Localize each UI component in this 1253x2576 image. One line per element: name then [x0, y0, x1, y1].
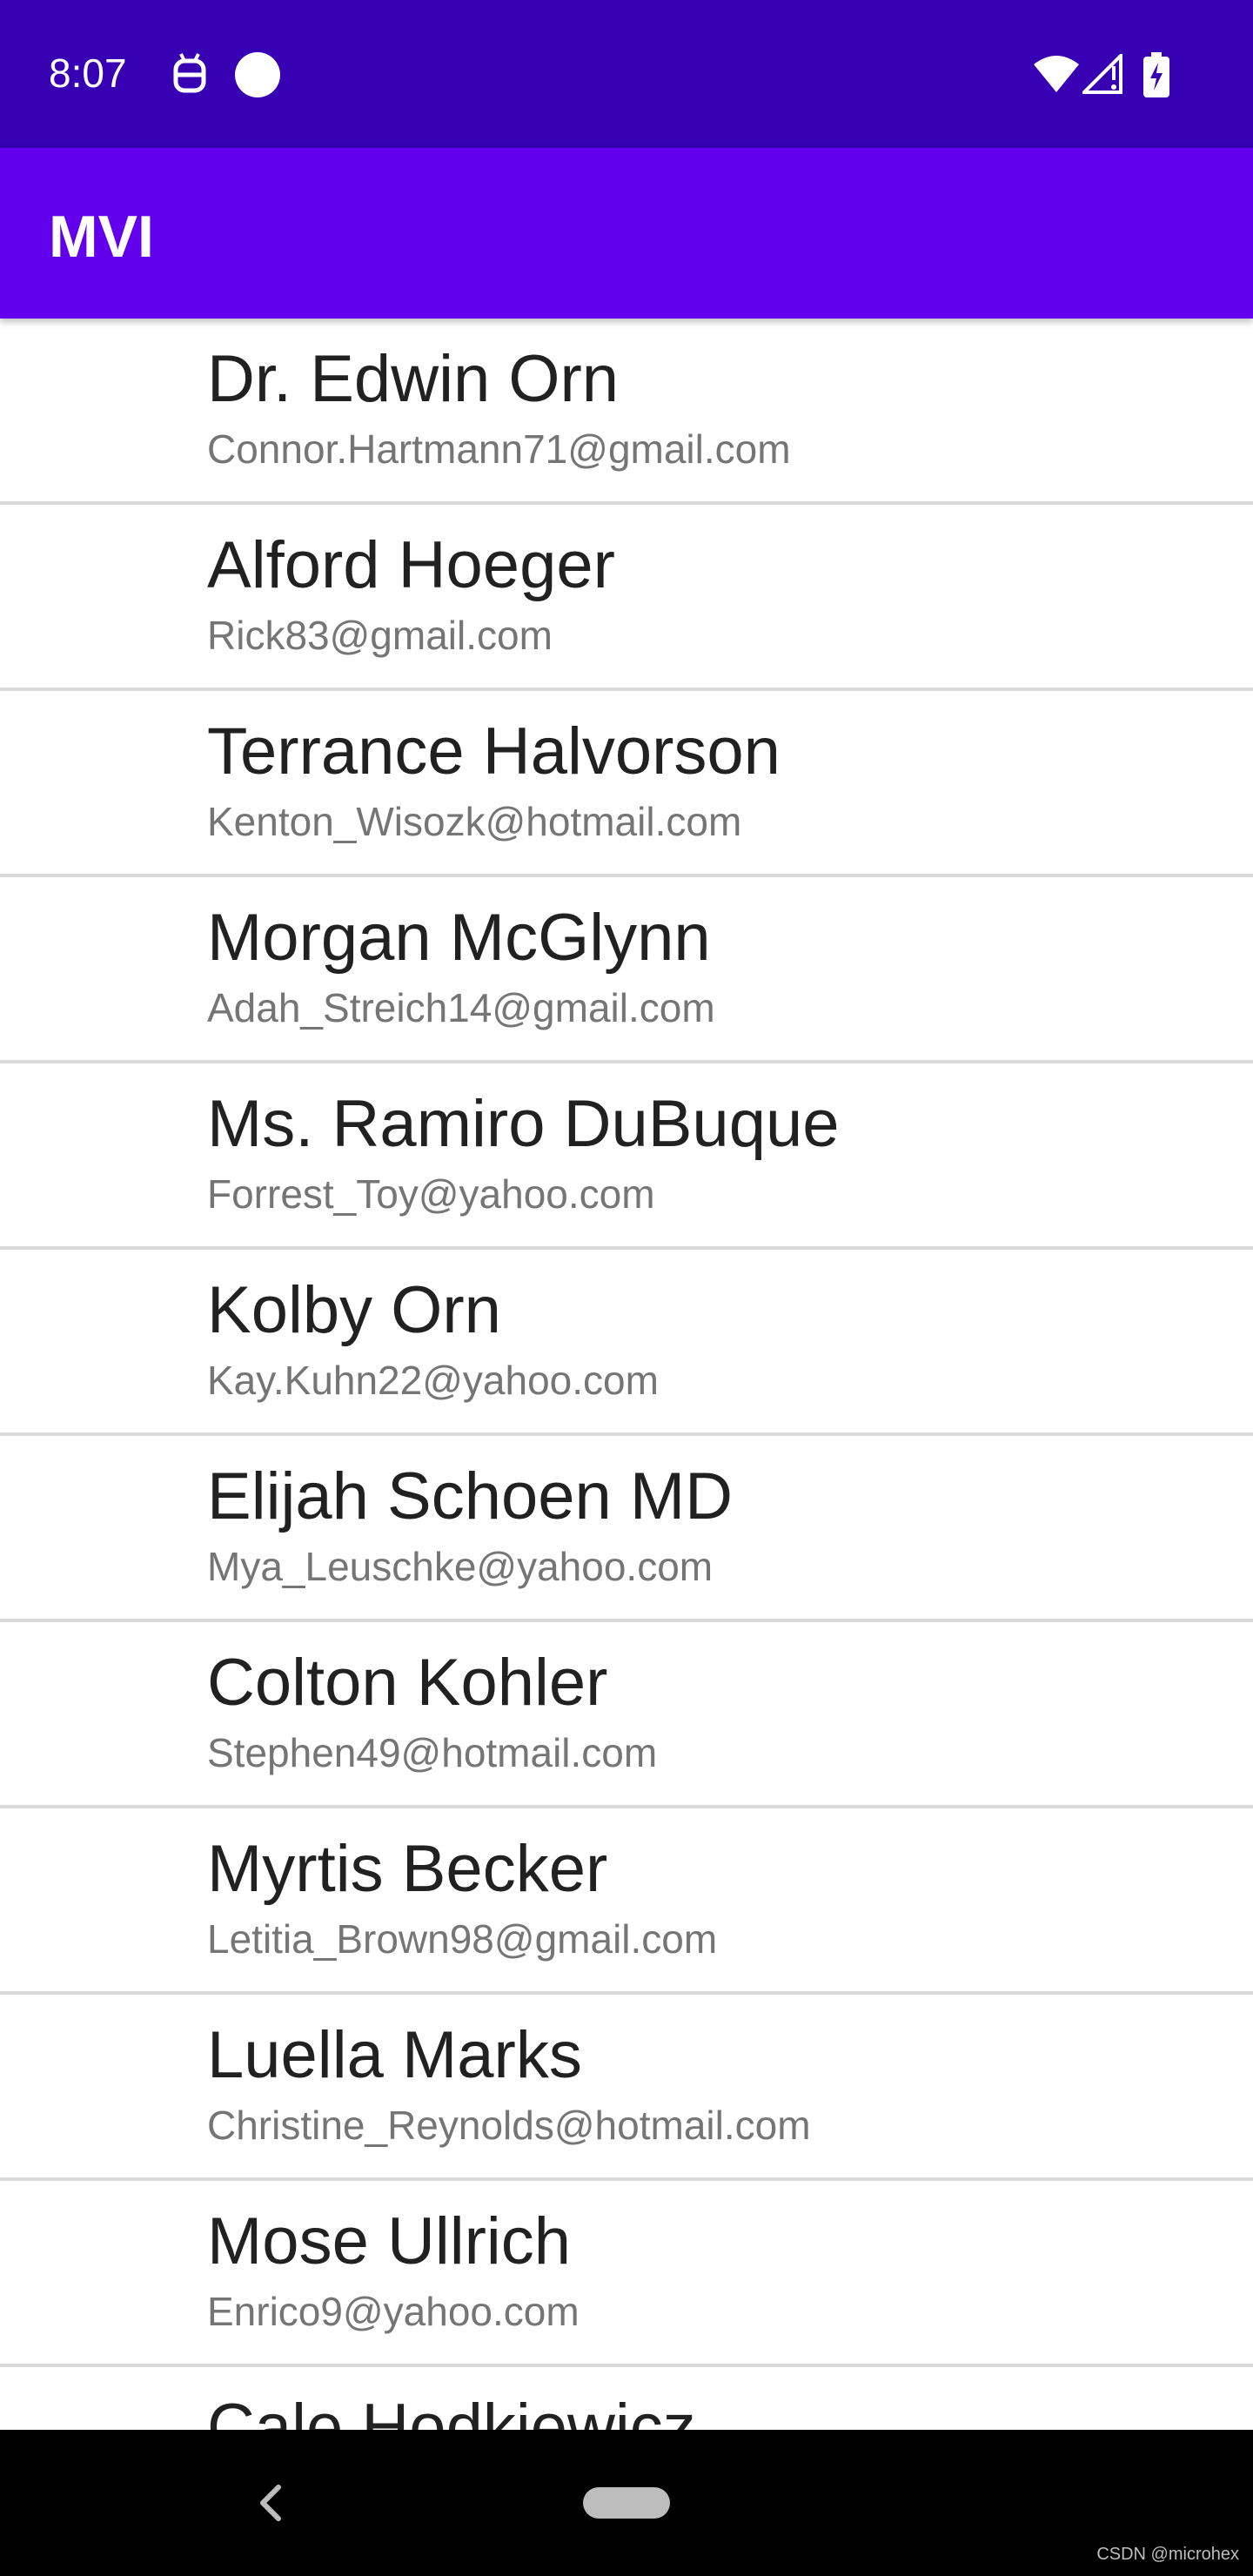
contact-email: Connor.Hartmann71@gmail.com: [207, 426, 791, 472]
contact-email: Forrest_Toy@yahoo.com: [207, 1171, 655, 1217]
status-bar: 8:07: [0, 0, 1253, 148]
list-item[interactable]: Terrance Halvorson Kenton_Wisozk@hotmail…: [0, 691, 1253, 877]
contact-name: Colton Kohler: [207, 1646, 608, 1720]
contact-email: Adah_Streich14@gmail.com: [207, 985, 715, 1030]
contact-email: Enrico9@yahoo.com: [207, 2289, 580, 2334]
list-item[interactable]: Ms. Ramiro DuBuque Forrest_Toy@yahoo.com: [0, 1063, 1253, 1250]
contact-email: Christine_Reynolds@hotmail.com: [207, 2103, 811, 2148]
home-pill-icon[interactable]: [583, 2487, 670, 2519]
list-item[interactable]: Morgan McGlynn Adah_Streich14@gmail.com: [0, 877, 1253, 1063]
list-item[interactable]: Elijah Schoen MD Mya_Leuschke@yahoo.com: [0, 1436, 1253, 1622]
contact-name: Elijah Schoen MD: [207, 1459, 734, 1533]
status-time: 8:07: [49, 50, 127, 96]
contact-name: Mose Ullrich: [207, 2204, 572, 2278]
contact-list[interactable]: Dr. Edwin Orn Connor.Hartmann71@gmail.co…: [0, 319, 1253, 2430]
list-item[interactable]: Mose Ullrich Enrico9@yahoo.com: [0, 2181, 1253, 2367]
contact-name: Kolby Orn: [207, 1273, 501, 1347]
watermark: CSDN @microhex: [1096, 2545, 1239, 2564]
battery-charging-icon: [1143, 52, 1169, 102]
contact-name: Cale Hodkiewicz: [207, 2391, 696, 2430]
contact-email: Kenton_Wisozk@hotmail.com: [207, 799, 742, 844]
app-bar: MVI: [0, 148, 1253, 319]
contact-email: Mya_Leuschke@yahoo.com: [207, 1544, 714, 1589]
contact-email: Kay.Kuhn22@yahoo.com: [207, 1358, 659, 1403]
contact-name: Luella Marks: [207, 2018, 582, 2092]
wifi-icon: [1032, 54, 1081, 98]
contact-name: Myrtis Becker: [207, 1832, 608, 1906]
list-item[interactable]: Cale Hodkiewicz: [0, 2367, 1253, 2430]
cell-signal-icon: [1080, 51, 1124, 98]
circle-dot-icon: [233, 50, 282, 104]
list-item[interactable]: Dr. Edwin Orn Connor.Hartmann71@gmail.co…: [0, 319, 1253, 505]
contact-name: Terrance Halvorson: [207, 714, 781, 788]
list-item[interactable]: Luella Marks Christine_Reynolds@hotmail.…: [0, 1995, 1253, 2181]
contact-email: Letitia_Brown98@gmail.com: [207, 1916, 718, 1962]
app-title: MVI: [49, 204, 154, 270]
contact-name: Alford Hoeger: [207, 528, 615, 602]
contact-name: Ms. Ramiro DuBuque: [207, 1087, 840, 1161]
contact-email: Stephen49@hotmail.com: [207, 1730, 658, 1775]
contact-name: Morgan McGlynn: [207, 901, 711, 975]
back-icon[interactable]: [254, 2482, 289, 2528]
android-debug-icon: [171, 52, 209, 100]
list-item[interactable]: Kolby Orn Kay.Kuhn22@yahoo.com: [0, 1250, 1253, 1436]
list-item[interactable]: Colton Kohler Stephen49@hotmail.com: [0, 1622, 1253, 1808]
contact-name: Dr. Edwin Orn: [207, 342, 620, 416]
list-item[interactable]: Alford Hoeger Rick83@gmail.com: [0, 505, 1253, 691]
list-item[interactable]: Myrtis Becker Letitia_Brown98@gmail.com: [0, 1808, 1253, 1995]
contact-email: Rick83@gmail.com: [207, 613, 553, 658]
